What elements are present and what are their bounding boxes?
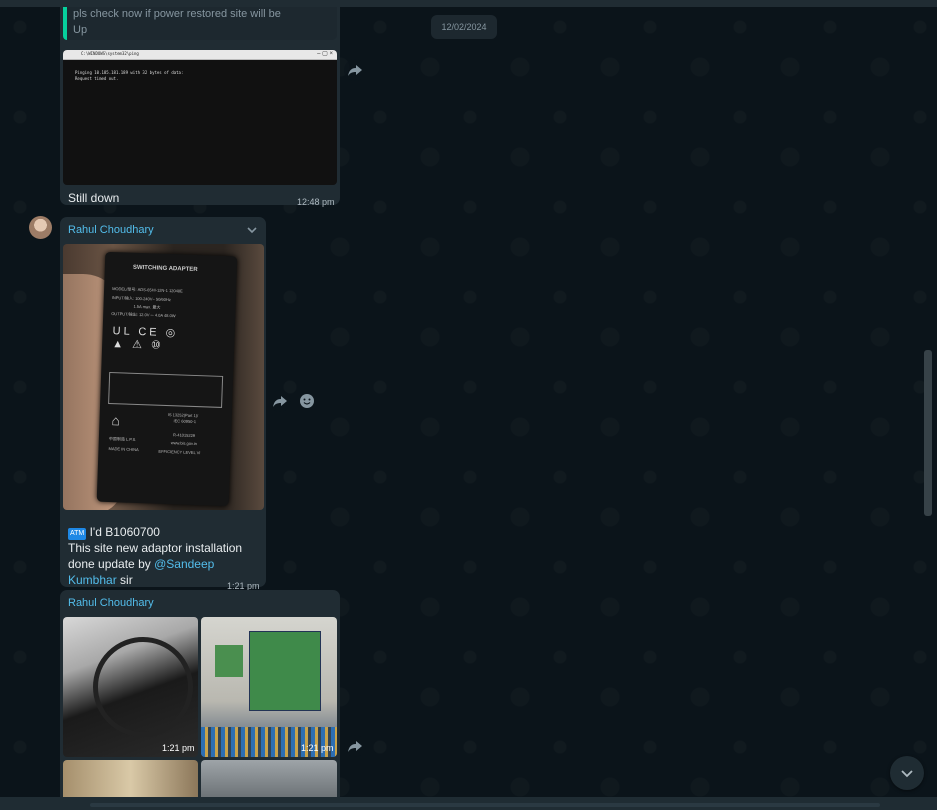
photo-time: 1:21 pm — [301, 743, 334, 753]
adapter-cert-3: R-41015229 — [172, 432, 196, 439]
scrollbar[interactable] — [924, 350, 932, 516]
cert-marks: UL CE ◎ ▲ ⚠ ⑩ — [111, 325, 179, 352]
cable — [93, 637, 193, 737]
terminal-title: C:\WINDOWS\system32\ping — [81, 51, 139, 56]
quote-text: pls check now if power restored site wil… — [73, 8, 281, 36]
forward-icon[interactable] — [344, 59, 366, 81]
message-bubble[interactable]: pls check now if power restored site wil… — [60, 7, 340, 207]
photo-thumbnail[interactable] — [63, 760, 198, 797]
message-text: Still down — [68, 191, 120, 205]
terminal-line-2: Request timed out. — [75, 76, 119, 81]
fcc-notice — [108, 371, 224, 408]
photo-time: 1:21 pm — [162, 743, 195, 753]
terminal-titlebar: C:\WINDOWS\system32\ping – ▢ × — [63, 50, 337, 60]
photo-thumbnail[interactable]: 1:21 pm — [63, 617, 198, 757]
terminal-screenshot[interactable]: C:\WINDOWS\system32\ping – ▢ × Pinging 1… — [63, 50, 337, 185]
atm-badge: ATM — [68, 528, 87, 540]
window-controls: – ▢ × — [317, 51, 333, 57]
message-text: ATM I'd B1060700 This site new adaptor i… — [68, 524, 258, 588]
quote-bar — [63, 7, 67, 40]
adapter-lps: 中国制造 L.P.S. — [108, 436, 137, 442]
adapter-input: INPUT/输入: 100-240V~ 50/60Hz — [111, 295, 171, 303]
adapter-current: 1.5A max. 最大 — [133, 303, 161, 310]
message-line-2: This site new adaptor installation — [68, 541, 243, 555]
message-time: 12:48 pm — [297, 197, 335, 207]
top-bar — [0, 0, 937, 7]
adapter-cert-2: IEC 60950-1 — [173, 418, 197, 425]
adapter-body: SWITCHING ADAPTER MODEL/型号: ADS-65HI-12N… — [96, 251, 238, 507]
bottom-bar — [0, 797, 937, 810]
message-line-3: done update by — [68, 557, 155, 571]
photo-thumbnail[interactable]: 1:21 pm — [201, 617, 337, 757]
adapter-photo[interactable]: SWITCHING ADAPTER MODEL/型号: ADS-65HI-12N… — [63, 244, 264, 510]
adapter-output: OUTPUT/输出: 12.0V ⎓ 4.0A 48.0W — [111, 311, 176, 319]
horizontal-scroll-track[interactable] — [90, 803, 880, 807]
forward-icon[interactable] — [344, 735, 366, 757]
chat-area[interactable]: pls check now if power restored site wil… — [0, 7, 937, 797]
chevron-down-icon[interactable] — [244, 222, 260, 238]
mention-link-continued[interactable]: Kumbhar — [68, 573, 117, 587]
photo-thumbnail[interactable] — [201, 760, 337, 797]
adapter-cert-4: www.bis.gov.in — [170, 440, 198, 447]
adapter-model: MODEL/型号: ADS-65HI-12N-1 12048E — [112, 286, 183, 294]
emoji-icon[interactable] — [296, 390, 318, 412]
site-id: I'd B1060700 — [86, 525, 160, 539]
terminal-line-1: Pinging 10.185.181.189 with 32 bytes of … — [75, 70, 184, 75]
circuit-board — [249, 631, 321, 711]
circuit-board — [215, 645, 243, 677]
sender-name[interactable]: Rahul Choudhary — [68, 224, 154, 236]
mention-link[interactable]: @Sandeep — [154, 557, 214, 571]
adapter-brand: SWITCHING ADAPTER — [132, 264, 198, 273]
message-bubble[interactable]: Rahul Choudhary SWITCHING ADAPTER MODEL/… — [60, 217, 266, 591]
sender-name[interactable]: Rahul Choudhary — [68, 597, 154, 609]
forward-icon[interactable] — [269, 390, 291, 412]
arrow-down-icon — [899, 765, 915, 786]
message-line-4: sir — [116, 573, 133, 587]
scroll-to-bottom-button[interactable] — [890, 756, 924, 790]
date-badge: 12/02/2024 — [431, 15, 497, 39]
quoted-message[interactable]: pls check now if power restored site wil… — [63, 7, 337, 40]
house-icon: ⌂ — [111, 412, 121, 429]
adapter-cert-1: IS 13252(Part 1)/ — [167, 412, 199, 419]
adapter-efficiency: EFFICIENCY LEVEL VI — [158, 448, 201, 456]
adapter-made-in: MADE IN CHINA — [108, 446, 139, 453]
message-bubble[interactable]: Rahul Choudhary 1:21 pm 1:21 pm — [60, 590, 340, 797]
avatar[interactable] — [29, 216, 52, 239]
